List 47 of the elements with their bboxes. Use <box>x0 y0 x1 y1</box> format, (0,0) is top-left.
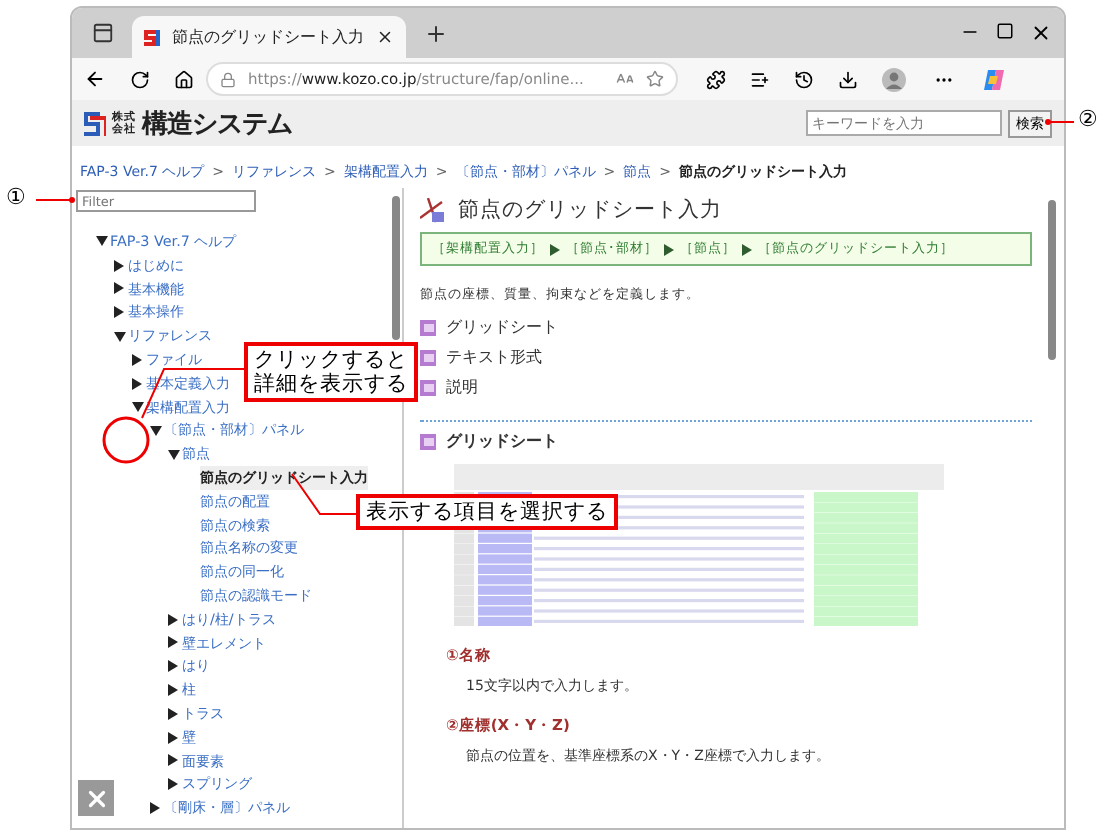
maximize-icon[interactable] <box>996 22 1014 40</box>
node-icon <box>420 197 446 223</box>
download-icon[interactable] <box>838 69 858 89</box>
browser-tab[interactable]: 節点のグリッドシート入力 <box>132 16 406 58</box>
star-icon[interactable] <box>646 70 664 88</box>
text-icon[interactable] <box>616 70 634 88</box>
site-logo-icon <box>144 29 160 45</box>
close-icon[interactable] <box>376 28 394 46</box>
close-icon[interactable] <box>1030 22 1052 44</box>
history-icon[interactable] <box>794 69 814 89</box>
puzzle-icon[interactable] <box>706 69 726 89</box>
back-icon[interactable] <box>84 68 106 90</box>
highlight-circle <box>102 416 150 464</box>
arrow-icon <box>664 243 674 255</box>
leader-line <box>1045 119 1075 125</box>
refresh-icon[interactable] <box>130 69 150 89</box>
lock-icon <box>220 71 236 87</box>
toc-link[interactable]: テキスト形式 <box>446 346 542 370</box>
arrow-icon <box>550 243 560 255</box>
expanded-triangle-icon[interactable] <box>131 401 143 412</box>
toc-link[interactable]: グリッドシート <box>446 316 558 340</box>
home-icon[interactable] <box>174 69 194 89</box>
toc-link[interactable]: 説明 <box>446 376 478 400</box>
callout-text: 表示する項目を選択する <box>356 494 618 530</box>
page-title: 節点のグリッドシート入力 <box>458 196 722 224</box>
expanded-triangle-icon[interactable] <box>149 425 161 436</box>
scrollbar-thumb[interactable] <box>1048 200 1056 360</box>
close-button[interactable] <box>78 780 114 816</box>
leader-line <box>35 197 75 203</box>
callout-text: クリックすると 詳細を表示する <box>244 342 418 402</box>
scrollbar-thumb[interactable] <box>392 196 400 340</box>
company-logo-text: 構造システム <box>142 107 292 141</box>
section-title: グリッドシート <box>446 430 558 452</box>
callout-number: ① <box>6 184 26 210</box>
close-icon <box>83 785 109 811</box>
company-logo-icon <box>84 111 106 135</box>
favorites-icon[interactable] <box>750 69 770 89</box>
avatar-icon[interactable] <box>882 67 906 91</box>
leader-line <box>141 368 245 419</box>
tab-title: 節点のグリッドシート入力 <box>172 26 364 48</box>
section-icon <box>420 433 436 449</box>
expanded-triangle-icon[interactable] <box>113 331 125 342</box>
expanded-triangle-icon[interactable] <box>95 236 107 247</box>
arrow-icon <box>742 243 752 255</box>
colorful-logo-icon[interactable] <box>982 67 1006 91</box>
expanded-triangle-icon[interactable] <box>167 449 179 460</box>
callout-number: ② <box>1078 106 1098 132</box>
